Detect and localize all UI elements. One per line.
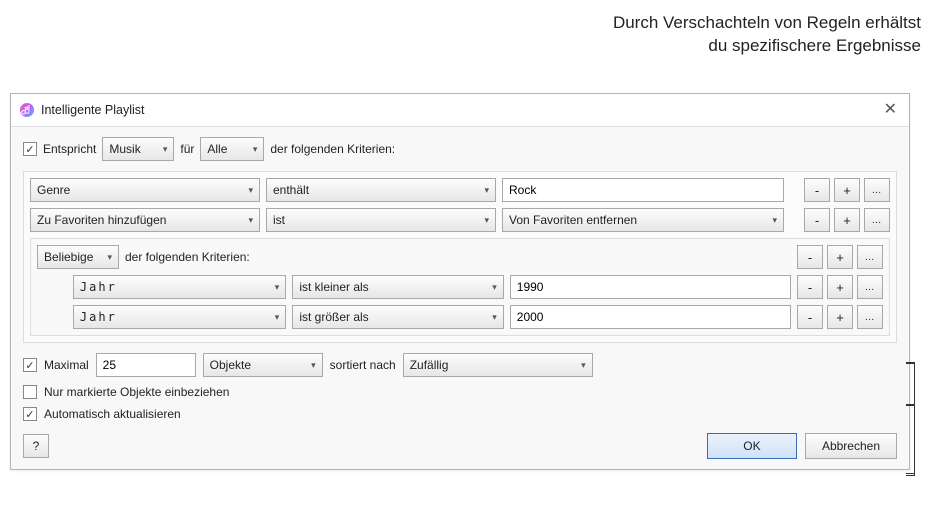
nest-rule-button[interactable]: … <box>857 245 883 269</box>
chevron-down-icon: ▾ <box>275 282 280 293</box>
nest-rule-button[interactable]: … <box>857 305 883 329</box>
add-rule-button[interactable]: + <box>827 275 853 299</box>
rule-operator-value: ist größer als <box>299 310 368 324</box>
add-rule-button[interactable]: + <box>834 178 860 202</box>
nested-suffix: der folgenden Kriterien: <box>125 250 250 264</box>
chevron-down-icon: ▾ <box>581 360 586 371</box>
sort-label: sortiert nach <box>330 358 396 372</box>
limit-value-input[interactable] <box>96 353 196 377</box>
limit-unit-select[interactable]: Objekte ▾ <box>203 353 323 377</box>
live-update-checkbox[interactable]: ✓ <box>23 407 37 421</box>
annotation-bracket-inner <box>905 404 915 474</box>
smart-playlist-dialog: Intelligente Playlist ✕ ✓ Entspricht Mus… <box>10 93 910 470</box>
rules-container: Genre ▾ enthält ▾ - + … Zu Favoriten hin… <box>23 171 897 343</box>
limit-label: Maximal <box>44 358 89 372</box>
remove-rule-button[interactable]: - <box>804 208 830 232</box>
rule-field-value: Jahr <box>80 280 117 294</box>
annotation-line2: du spezifischere Ergebnisse <box>613 35 921 58</box>
rule-field-select[interactable]: Genre ▾ <box>30 178 260 202</box>
chevron-down-icon: ▾ <box>492 312 497 323</box>
chevron-down-icon: ▾ <box>163 144 168 155</box>
remove-rule-button[interactable]: - <box>797 275 823 299</box>
chevron-down-icon: ▾ <box>311 360 316 371</box>
match-scope-value: Alle <box>207 142 227 156</box>
rule-operator-select[interactable]: ist größer als ▾ <box>292 305 503 329</box>
rule-value-input[interactable] <box>510 305 791 329</box>
chevron-down-icon: ▾ <box>248 215 253 226</box>
limit-sort-select[interactable]: Zufällig ▾ <box>403 353 593 377</box>
rule-row: Genre ▾ enthält ▾ - + … <box>30 178 890 202</box>
match-line: ✓ Entspricht Musik ▾ für Alle ▾ der folg… <box>23 137 897 161</box>
checked-only-label: Nur markierte Objekte einbeziehen <box>44 385 229 399</box>
nested-rule-group: Beliebige ▾ der folgenden Kriterien: - +… <box>30 238 890 336</box>
annotation-callout: Durch Verschachteln von Regeln erhältst … <box>613 12 921 58</box>
close-icon[interactable]: ✕ <box>880 100 901 120</box>
dialog-footer: ? OK Abbrechen <box>11 427 909 469</box>
remove-rule-button[interactable]: - <box>797 245 823 269</box>
chevron-down-icon: ▾ <box>248 185 253 196</box>
media-type-select[interactable]: Musik ▾ <box>102 137 174 161</box>
help-button[interactable]: ? <box>23 434 49 458</box>
chevron-down-icon: ▾ <box>772 215 777 226</box>
rule-operator-value: ist kleiner als <box>299 280 368 294</box>
nested-group-header: Beliebige ▾ der folgenden Kriterien: - +… <box>37 245 883 269</box>
checked-only-checkbox[interactable] <box>23 385 37 399</box>
match-scope-select[interactable]: Alle ▾ <box>200 137 264 161</box>
annotation-line1: Durch Verschachteln von Regeln erhältst <box>613 12 921 35</box>
chevron-down-icon: ▾ <box>484 215 489 226</box>
add-rule-button[interactable]: + <box>827 305 853 329</box>
rule-field-select[interactable]: Jahr ▾ <box>73 305 286 329</box>
rule-value-input[interactable] <box>502 178 784 202</box>
limit-unit-value: Objekte <box>210 358 251 372</box>
limit-line: ✓ Maximal Objekte ▾ sortiert nach Zufäll… <box>23 353 897 377</box>
ok-button[interactable]: OK <box>707 433 797 459</box>
rule-field-value: Zu Favoriten hinzufügen <box>37 213 166 227</box>
add-rule-button[interactable]: + <box>834 208 860 232</box>
chevron-down-icon: ▾ <box>253 144 258 155</box>
live-update-line: ✓ Automatisch aktualisieren <box>23 407 897 421</box>
nested-match-value: Beliebige <box>44 250 93 264</box>
chevron-down-icon: ▾ <box>107 252 112 263</box>
rule-value-input[interactable] <box>510 275 791 299</box>
app-icon <box>19 102 35 118</box>
options-section: ✓ Maximal Objekte ▾ sortiert nach Zufäll… <box>23 353 897 421</box>
rule-operator-value: ist <box>273 213 285 227</box>
rule-value-select[interactable]: Von Favoriten entfernen ▾ <box>502 208 784 232</box>
chevron-down-icon: ▾ <box>492 282 497 293</box>
limit-sort-value: Zufällig <box>410 358 449 372</box>
dialog-title: Intelligente Playlist <box>41 103 145 117</box>
nested-match-select[interactable]: Beliebige ▾ <box>37 245 119 269</box>
nest-rule-button[interactable]: … <box>857 275 883 299</box>
rule-operator-select[interactable]: enthält ▾ <box>266 178 496 202</box>
rule-operator-value: enthält <box>273 183 309 197</box>
limit-checkbox[interactable]: ✓ <box>23 358 37 372</box>
rule-value: Von Favoriten entfernen <box>509 213 637 227</box>
live-update-label: Automatisch aktualisieren <box>44 407 181 421</box>
nest-rule-button[interactable]: … <box>864 208 890 232</box>
cancel-button[interactable]: Abbrechen <box>805 433 897 459</box>
match-checkbox[interactable]: ✓ <box>23 142 37 156</box>
rule-row: Jahr ▾ ist kleiner als ▾ - + … <box>37 275 883 299</box>
remove-rule-button[interactable]: - <box>797 305 823 329</box>
rule-operator-select[interactable]: ist ▾ <box>266 208 496 232</box>
rule-field-select[interactable]: Zu Favoriten hinzufügen ▾ <box>30 208 260 232</box>
for-label: für <box>180 142 194 156</box>
remove-rule-button[interactable]: - <box>804 178 830 202</box>
chevron-down-icon: ▾ <box>275 312 280 323</box>
checked-only-line: Nur markierte Objekte einbeziehen <box>23 385 897 399</box>
dialog-titlebar: Intelligente Playlist ✕ <box>11 94 909 127</box>
match-label: Entspricht <box>43 142 96 156</box>
rule-operator-select[interactable]: ist kleiner als ▾ <box>292 275 503 299</box>
criteria-suffix: der folgenden Kriterien: <box>270 142 395 156</box>
rule-field-select[interactable]: Jahr ▾ <box>73 275 286 299</box>
media-type-value: Musik <box>109 142 140 156</box>
add-rule-button[interactable]: + <box>827 245 853 269</box>
rule-row: Zu Favoriten hinzufügen ▾ ist ▾ Von Favo… <box>30 208 890 232</box>
nest-rule-button[interactable]: … <box>864 178 890 202</box>
rule-row: Jahr ▾ ist größer als ▾ - + … <box>37 305 883 329</box>
rule-field-value: Jahr <box>80 310 117 324</box>
chevron-down-icon: ▾ <box>484 185 489 196</box>
rule-field-value: Genre <box>37 183 70 197</box>
